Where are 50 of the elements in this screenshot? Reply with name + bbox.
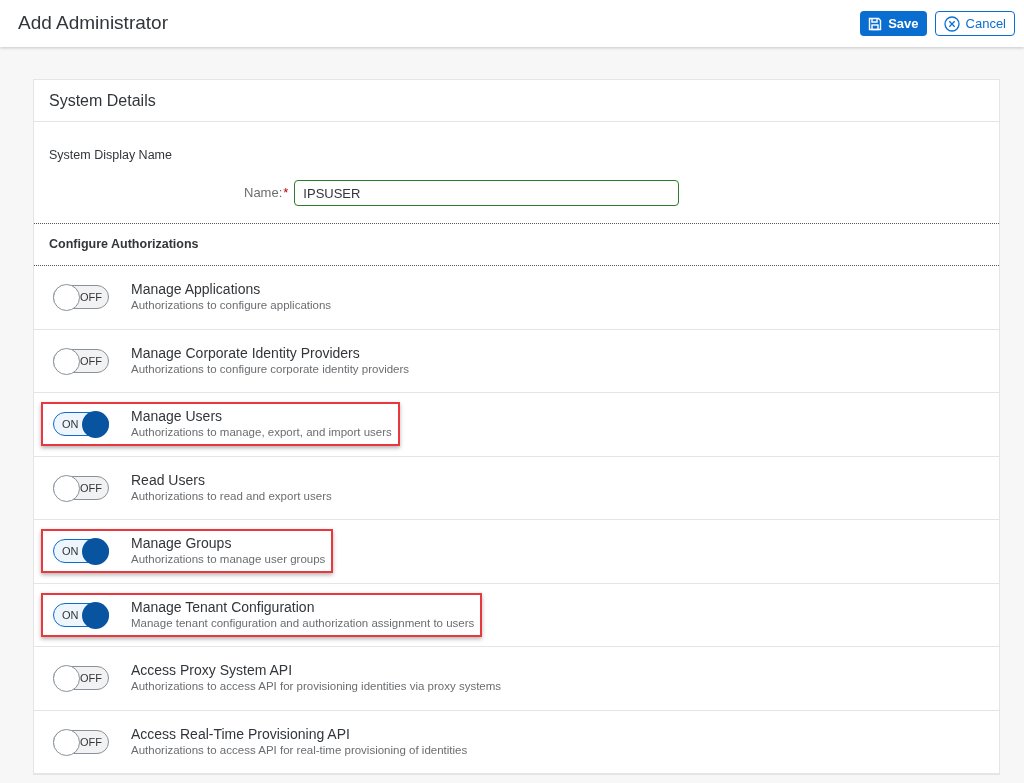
authorization-description: Authorizations to manage user groups [131, 552, 326, 568]
authorization-title: Access Proxy System API [131, 662, 294, 680]
name-input[interactable]: IPSUSER [294, 180, 680, 206]
toggle-switch[interactable]: ON [53, 539, 109, 564]
switch-text: OFF [80, 353, 103, 369]
save-button[interactable]: Save [860, 11, 927, 36]
toggle-switch[interactable]: OFF [53, 666, 109, 691]
switch-knob [82, 538, 109, 566]
subsection-title: System Display Name [49, 148, 172, 162]
toggle-switch[interactable]: ON [53, 412, 109, 437]
switch-text: OFF [80, 480, 103, 496]
required-mark: * [283, 184, 289, 203]
authorization-description: Authorizations to read and export users [131, 488, 332, 504]
switch-text: ON [61, 417, 79, 432]
authorization-description: Manage tenant configuration and authorization assignment to users [131, 615, 475, 631]
authorization-title: Access Real-Time Provisioning API [131, 725, 351, 743]
toggle-switch[interactable]: OFF [53, 285, 109, 310]
authorization-description: Authorizations to access API for provisioning identities via proxy systems [131, 679, 502, 695]
switch-text: ON [61, 544, 79, 559]
toggle-switch[interactable]: ON [53, 602, 109, 627]
toggle-switch[interactable]: OFF [53, 348, 109, 373]
authorization-description: Authorizations to configure applications [131, 298, 332, 314]
authorization-title: Manage Applications [131, 281, 262, 299]
switch-knob [53, 728, 80, 756]
cancel-button[interactable]: Cancel [934, 11, 1015, 36]
switch-text: OFF [80, 734, 103, 750]
toggle-switch[interactable]: OFF [53, 729, 109, 754]
switch-text: ON [61, 607, 79, 623]
authorization-title: Manage Tenant Configuration [131, 598, 316, 616]
authorization-title: Manage Groups [131, 535, 233, 553]
authorization-description: Authorizations to manage, export, and import users [131, 425, 392, 441]
toggle-switch[interactable]: OFF [53, 475, 109, 500]
section-title: Configure Authorizations [49, 236, 199, 254]
section-title: System Details [49, 90, 156, 111]
switch-knob [53, 347, 80, 375]
switch-knob [82, 601, 109, 629]
field-label: Name: [244, 184, 283, 203]
authorization-description: Authorizations to access API for real-time provisioning of identities [131, 742, 468, 758]
switch-text: OFF [80, 671, 103, 686]
switch-knob [82, 411, 109, 439]
switch-knob [53, 284, 80, 312]
switch-knob [53, 665, 80, 693]
authorization-title: Manage Users [131, 408, 224, 426]
close-icon [943, 15, 960, 32]
switch-text: OFF [80, 290, 103, 305]
authorization-title: Read Users [131, 471, 206, 489]
authorization-description: Authorizations to configure corporate identity providers [131, 361, 410, 377]
switch-knob [53, 474, 80, 502]
page-title: Add Administrator [18, 11, 168, 36]
authorization-title: Manage Corporate Identity Providers [131, 344, 361, 362]
